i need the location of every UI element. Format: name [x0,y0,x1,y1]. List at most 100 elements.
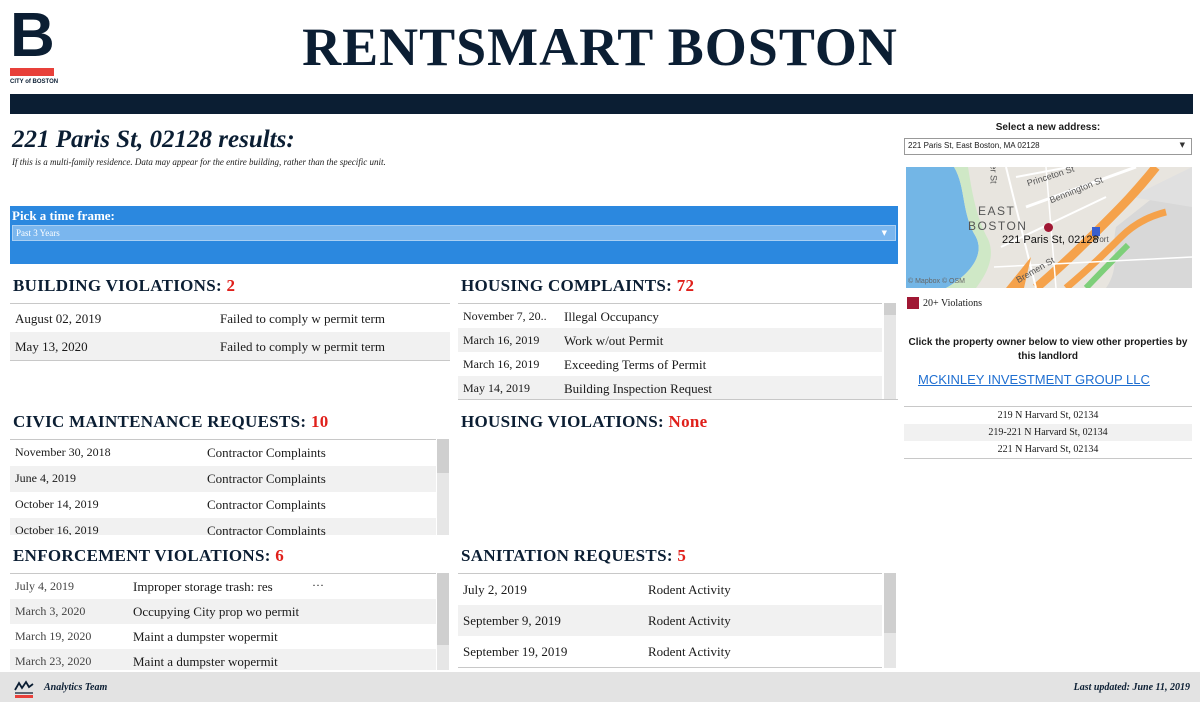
sanitation-count: 5 [677,546,687,565]
row-description: Work w/out Permit [564,333,664,348]
table-row: March 3, 2020 Occupying City prop wo per… [10,599,436,624]
row-date: September 9, 2019 [463,613,561,628]
row-description: Contractor Complaints [207,497,326,512]
row-date: May 14, 2019 [463,381,530,395]
map-marker[interactable] [1044,223,1053,232]
enforcement-violations-scrollbar[interactable] [437,573,449,670]
divider [458,399,898,400]
sanitation-table: July 2, 2019 Rodent Activity September 9… [458,573,882,668]
row-date: October 16, 2019 [15,523,99,535]
timeframe-dropdown[interactable]: Past 3 Years ▼ [12,225,896,241]
table-row: November 30, 2018 Contractor Complaints [10,440,436,466]
table-row: March 23, 2020 Maint a dumpster wopermit [10,649,436,670]
list-item[interactable]: 219 N Harvard St, 02134 [904,407,1192,424]
scroll-thumb[interactable] [884,573,896,633]
enforcement-violations-table: July 4, 2019 Improper storage trash: res… [10,573,436,670]
table-row: October 14, 2019 Contractor Complaints [10,492,436,518]
owner-note: Click the property owner below to view o… [908,337,1188,362]
page-footer: Analytics Team Last updated: June 11, 20… [0,672,1200,702]
civic-maintenance-title: CIVIC MAINTENANCE REQUESTS: 10 [13,412,329,432]
row-date: July 4, 2019 [15,579,75,593]
results-title: 221 Paris St, 02128 results: [12,126,295,153]
analytics-chart-icon [14,680,34,698]
enforcement-violations-count: 6 [275,546,285,565]
timeframe-label: Pick a time frame: [12,208,115,223]
table-row: September 19, 2019 Rodent Activity [458,636,882,667]
building-violations-count: 2 [226,276,236,295]
civic-maintenance-scrollbar[interactable] [437,439,449,535]
civic-maintenance-count: 10 [310,412,329,431]
caret-down-icon: ▼ [881,229,887,237]
address-select-label: Select a new address: [995,122,1101,133]
map-credit: © Mapbox © OSM [908,278,965,285]
row-date: July 2, 2019 [463,582,527,597]
address-value: 221 Paris St, East Boston, MA 02128 [908,141,1040,150]
table-row: May 13, 2020 Failed to comply w permit t… [10,332,450,360]
sanitation-scrollbar[interactable] [884,573,896,668]
row-description: Rodent Activity [648,613,731,628]
row-date: November 7, 20.. [463,309,547,323]
row-description: Building Inspection Request [564,381,713,396]
header-bar [10,94,1193,114]
row-description: Rodent Activity [648,644,731,659]
list-item[interactable]: 219-221 N Harvard St, 02134 [904,424,1192,441]
table-row: July 2, 2019 Rodent Activity [458,574,882,605]
housing-complaints-title: HOUSING COMPLAINTS: 72 [461,276,694,296]
row-date: March 23, 2020 [15,654,92,668]
site-title: RENTSMART BOSTON [302,17,898,77]
table-row: November 7, 20.. Illegal Occupancy [458,304,882,328]
row-date: March 3, 2020 [15,604,86,618]
legend-swatch [907,297,919,309]
table-row: June 4, 2019 Contractor Complaints [10,466,436,492]
section-title-text: HOUSING VIOLATIONS: [461,412,664,431]
last-updated-label: Last updated: June 11, 2019 [1073,682,1190,693]
property-owner-link[interactable]: MCKINLEY INVESTMENT GROUP LLC [918,372,1150,387]
row-description: Improper storage trash: res [133,579,273,594]
list-item[interactable]: 221 N Harvard St, 02134 [904,441,1192,458]
scroll-thumb[interactable] [437,439,449,473]
results-note: If this is a multi-family residence. Dat… [12,157,386,167]
section-title-text: SANITATION REQUESTS: [461,546,673,565]
table-row: March 16, 2019 Exceeding Terms of Permit [458,352,882,376]
property-map[interactable]: EAST BOSTON Princeton St Bennington St B… [906,167,1192,288]
row-date: November 30, 2018 [15,445,111,459]
logo-text: CITY of BOSTON [10,79,59,85]
caret-down-icon: ▼ [1179,141,1185,149]
row-description: Rodent Activity [648,582,731,597]
map-street-label: er St [988,167,999,184]
housing-complaints-table: November 7, 20.. Illegal Occupancy March… [458,303,882,399]
legend-label: 20+ Violations [923,298,983,309]
row-description: Contractor Complaints [207,445,326,460]
row-date: March 16, 2019 [463,333,540,347]
row-date: June 4, 2019 [15,471,76,485]
timeframe-value: Past 3 Years [16,228,60,238]
table-row: March 16, 2019 Work w/out Permit [458,328,882,352]
row-description: Exceeding Terms of Permit [564,357,707,372]
housing-complaints-count: 72 [676,276,695,295]
housing-complaints-scrollbar[interactable] [884,303,896,399]
table-row: July 4, 2019 Improper storage trash: res… [10,574,436,599]
footer-team-label: Analytics Team [44,682,108,693]
sanitation-title: SANITATION REQUESTS: 5 [461,546,686,566]
table-row: August 02, 2019 Failed to comply w permi… [10,304,450,332]
section-title-text: CIVIC MAINTENANCE REQUESTS: [13,412,307,431]
civic-maintenance-table: November 30, 2018 Contractor Complaints … [10,439,436,535]
table-row: September 9, 2019 Rodent Activity [458,605,882,636]
housing-violations-count: None [668,412,708,431]
owner-properties-list: 219 N Harvard St, 02134 219-221 N Harvar… [904,406,1192,459]
address-dropdown[interactable]: 221 Paris St, East Boston, MA 02128 ▼ [904,138,1192,155]
scroll-thumb[interactable] [437,573,449,645]
more-icon[interactable]: ··· [312,578,324,593]
row-description: Maint a dumpster wopermit [133,654,278,669]
row-date: September 19, 2019 [463,644,568,659]
map-neighborhood-label: BOSTON [968,219,1028,233]
row-description: Contractor Complaints [207,471,326,486]
scroll-thumb[interactable] [884,303,896,315]
row-date: October 14, 2019 [15,497,99,511]
table-row: March 19, 2020 Maint a dumpster wopermit [10,624,436,649]
enforcement-violations-title: ENFORCEMENT VIOLATIONS: 6 [13,546,284,566]
building-violations-table: August 02, 2019 Failed to comply w permi… [10,303,450,361]
row-date: March 16, 2019 [463,357,540,371]
row-description: Occupying City prop wo permit [133,604,300,619]
row-date: May 13, 2020 [15,339,88,354]
